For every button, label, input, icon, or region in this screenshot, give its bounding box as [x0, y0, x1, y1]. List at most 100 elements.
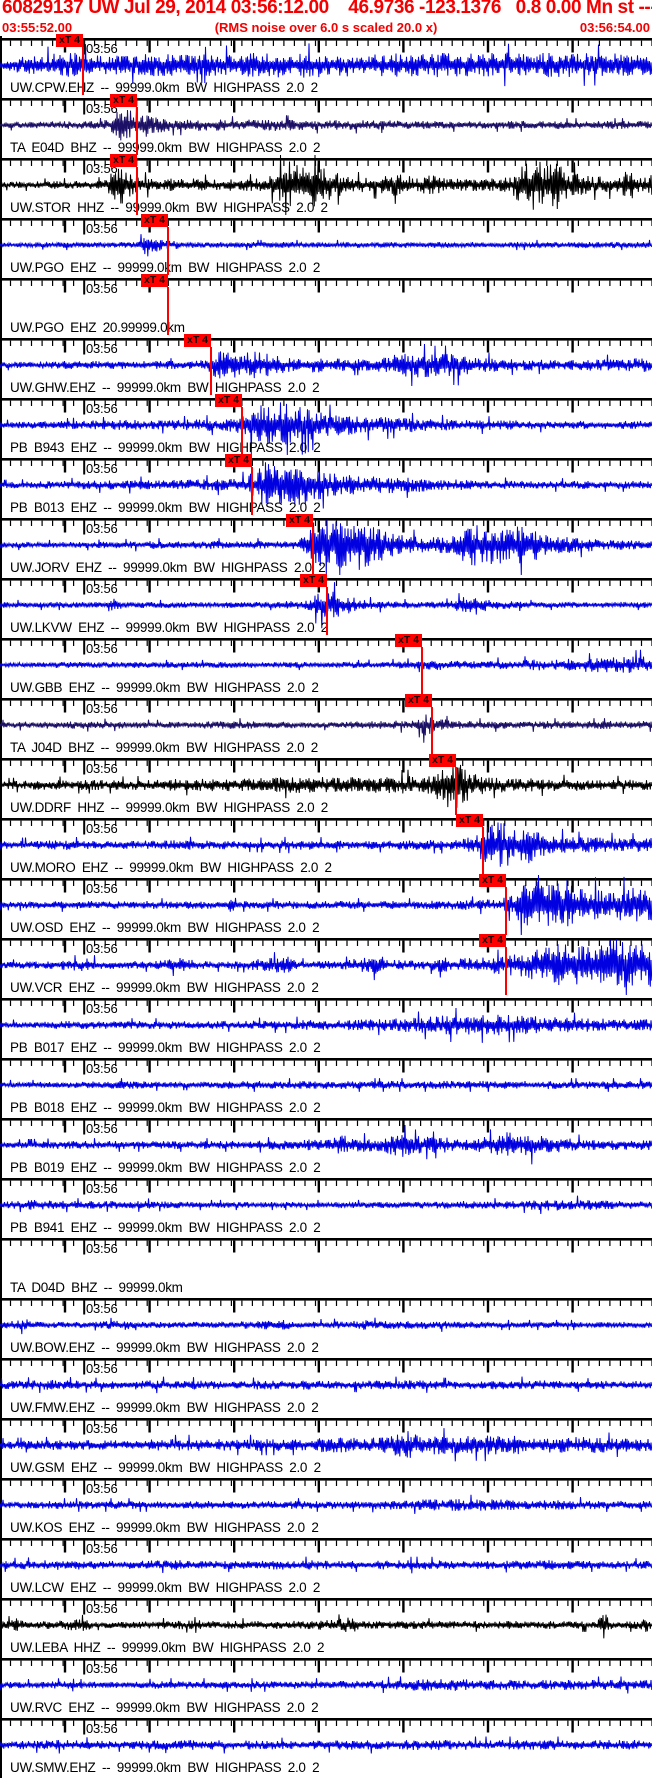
station-label: UW.DDRF HHZ -- 99999.0km BW HIGHPASS 2.0… [10, 800, 328, 815]
station-label: UW.PGO EHZ -- 99999.0km BW HIGHPASS 2.0 … [10, 260, 321, 275]
trace-row-UW.PGO.EHZ.20: 03:56 xT 4 UW.PGO EHZ 20.99999.0km [0, 274, 652, 336]
pick-flag[interactable]: xT 4 [479, 934, 506, 947]
trace-row-UW.PGO.EHZ: 03:56 xT 4 UW.PGO EHZ -- 99999.0km BW HIGH… [0, 214, 652, 276]
trace-row-UW.RVC.EHZ: 03:56 UW.RVC EHZ -- 99999.0km BW HIGHPASS… [0, 1656, 652, 1716]
minute-label: 03:56 [86, 1301, 118, 1316]
trace-row-UW.LEBA.HHZ: 03:56 UW.LEBA HHZ -- 99999.0km BW HIGHPAS… [0, 1596, 652, 1656]
minute-label: 03:56 [86, 1241, 118, 1256]
pick-flag[interactable]: xT 4 [110, 94, 137, 107]
trace-row-UW.LCW.EHZ: 03:56 UW.LCW EHZ -- 99999.0km BW HIGHPASS… [0, 1536, 652, 1596]
trace-row-PB.B019.EHZ: 03:56 PB B019 EHZ -- 99999.0km BW HIGHPAS… [0, 1116, 652, 1176]
station-label: UW.GBB EHZ -- 99999.0km BW HIGHPASS 2.0 … [10, 680, 319, 695]
trace-row-UW.FMW.EHZ: 03:56 UW.FMW.EHZ -- 99999.0km BW HIGHPASS… [0, 1356, 652, 1416]
station-label: PB B019 EHZ -- 99999.0km BW HIGHPASS 2.0… [10, 1160, 321, 1175]
pick-flag[interactable]: xT 4 [395, 634, 422, 647]
pick-time-line [505, 947, 507, 995]
station-label: PB B018 EHZ -- 99999.0km BW HIGHPASS 2.0… [10, 1100, 321, 1115]
station-label: UW.LEBA HHZ -- 99999.0km BW HIGHPASS 2.0… [10, 1640, 325, 1655]
trace-row-PB.B943.EHZ: 03:56 xT 4 PB B943 EHZ -- 99999.0km BW HIG… [0, 394, 652, 456]
minute-label: 03:56 [86, 1601, 118, 1616]
pick-flag[interactable]: xT 4 [479, 874, 506, 887]
seismic-waveform-viewer: 60829137 UW Jul 29, 2014 03:56:12.00 46.… [0, 0, 652, 1778]
station-label: UW.KOS EHZ -- 99999.0km BW HIGHPASS 2.0 … [10, 1520, 319, 1535]
pick-time-line [167, 227, 169, 275]
trace-row-UW.LKVW.EHZ: 03:56 xT 4 UW.LKVW EHZ -- 99999.0km BW HIG… [0, 574, 652, 636]
pick-flag[interactable]: xT 4 [184, 334, 211, 347]
trace-row-TA.E04D.BHZ: 03:56 xT 4 TA E04D BHZ -- 99999.0km BW HIG… [0, 94, 652, 156]
minute-label: 03:56 [86, 341, 118, 356]
scaling-note: (RMS noise over 6.0 s scaled 20.0 x) [214, 20, 438, 35]
minute-label: 03:56 [86, 821, 118, 836]
window-start-time: 03:55:52.00 [2, 20, 73, 35]
trace-row-UW.BOW.EHZ: 03:56 UW.BOW.EHZ -- 99999.0km BW HIGHPASS… [0, 1296, 652, 1356]
station-label: UW.GSM EHZ -- 99999.0km BW HIGHPASS 2.0 … [10, 1460, 321, 1475]
minute-label: 03:56 [86, 1721, 118, 1736]
trace-row-UW.OSD.EHZ: 03:56 xT 4 UW.OSD EHZ -- 99999.0km BW HIGH… [0, 874, 652, 936]
trace-row-UW.VCR.EHZ: 03:56 xT 4 UW.VCR EHZ -- 99999.0km BW HIGH… [0, 934, 652, 996]
pick-time-line [455, 767, 457, 815]
pick-time-line [82, 47, 84, 95]
minute-label: 03:56 [86, 401, 118, 416]
station-label: UW.CPW.EHZ -- 99999.0km BW HIGHPASS 2.0 … [10, 80, 318, 95]
pick-flag[interactable]: xT 4 [405, 694, 432, 707]
trace-row-UW.MORO.EHZ: 03:56 xT 4 UW.MORO EHZ -- 99999.0km BW HIG… [0, 814, 652, 876]
minute-label: 03:56 [86, 521, 118, 536]
pick-time-line [136, 167, 138, 215]
trace-row-UW.KOS.EHZ: 03:56 UW.KOS EHZ -- 99999.0km BW HIGHPASS… [0, 1476, 652, 1536]
station-label: TA E04D BHZ -- 99999.0km BW HIGHPASS 2.0… [10, 140, 321, 155]
pick-time-line [136, 107, 138, 155]
trace-row-UW.GHW.EHZ: 03:56 xT 4 UW.GHW.EHZ -- 99999.0km BW HIGH… [0, 334, 652, 396]
station-label: UW.JORV EHZ -- 99999.0km BW HIGHPASS 2.0… [10, 560, 326, 575]
pick-time-line [210, 347, 212, 395]
trace-row-UW.CPW.EHZ: 03:56 xT 4 UW.CPW.EHZ -- 99999.0km BW HIGH… [0, 34, 652, 96]
pick-flag[interactable]: xT 4 [141, 274, 168, 287]
pick-time-line [421, 647, 423, 695]
station-label: UW.SMW.EHZ -- 99999.0km BW HIGHPASS 2.0 … [10, 1760, 320, 1775]
station-label: UW.MORO EHZ -- 99999.0km BW HIGHPASS 2.0… [10, 860, 332, 875]
minute-label: 03:56 [86, 1421, 118, 1436]
event-header: 60829137 UW Jul 29, 2014 03:56:12.00 46.… [2, 0, 652, 19]
pick-time-line [326, 587, 328, 635]
minute-label: 03:56 [86, 1121, 118, 1136]
pick-time-line [312, 527, 314, 575]
pick-flag[interactable]: xT 4 [225, 454, 252, 467]
minute-label: 03:56 [86, 221, 118, 236]
pick-flag[interactable]: xT 4 [286, 514, 313, 527]
pick-flag[interactable]: xT 4 [456, 814, 483, 827]
trace-row-PB.B018.EHZ: 03:56 PB B018 EHZ -- 99999.0km BW HIGHPAS… [0, 1056, 652, 1116]
pick-flag[interactable]: xT 4 [300, 574, 327, 587]
trace-row-UW.DDRF.HHZ: 03:56 xT 4 UW.DDRF HHZ -- 99999.0km BW HIG… [0, 754, 652, 816]
station-label: UW.LCW EHZ -- 99999.0km BW HIGHPASS 2.0 … [10, 1580, 321, 1595]
station-label: UW.BOW.EHZ -- 99999.0km BW HIGHPASS 2.0 … [10, 1340, 319, 1355]
station-label: UW.STOR HHZ -- 99999.0km BW HIGHPASS 2.0… [10, 200, 328, 215]
station-label: UW.RVC EHZ -- 99999.0km BW HIGHPASS 2.0 … [10, 1700, 319, 1715]
pick-time-line [482, 827, 484, 875]
pick-time-line [505, 887, 507, 935]
minute-label: 03:56 [86, 1181, 118, 1196]
station-label: TA D04D BHZ -- 99999.0km [10, 1280, 183, 1295]
window-end-time: 03:56:54.00 [579, 20, 650, 35]
event-summary-text: 60829137 UW Jul 29, 2014 03:56:12.00 46.… [2, 0, 652, 18]
station-label: UW.GHW.EHZ -- 99999.0km BW HIGHPASS 2.0 … [10, 380, 320, 395]
minute-label: 03:56 [86, 761, 118, 776]
pick-flag[interactable]: xT 4 [141, 214, 168, 227]
minute-label: 03:56 [86, 1001, 118, 1016]
pick-time-line [431, 707, 433, 755]
pick-flag[interactable]: xT 4 [56, 34, 83, 47]
minute-label: 03:56 [86, 1481, 118, 1496]
time-window-header: 03:55:52.00 (RMS noise over 6.0 s scaled… [2, 20, 650, 35]
station-label: PB B017 EHZ -- 99999.0km BW HIGHPASS 2.0… [10, 1040, 321, 1055]
station-label: TA J04D BHZ -- 99999.0km BW HIGHPASS 2.0… [10, 740, 318, 755]
trace-row-PB.B941.EHZ: 03:56 PB B941 EHZ -- 99999.0km BW HIGHPAS… [0, 1176, 652, 1236]
trace-row-TA.J04D.BHZ: 03:56 xT 4 TA J04D BHZ -- 99999.0km BW HIG… [0, 694, 652, 756]
trace-row-UW.GSM.EHZ: 03:56 UW.GSM EHZ -- 99999.0km BW HIGHPASS… [0, 1416, 652, 1476]
pick-time-line [241, 407, 243, 455]
minute-label: 03:56 [86, 41, 118, 56]
pick-flag[interactable]: xT 4 [215, 394, 242, 407]
minute-label: 03:56 [86, 1541, 118, 1556]
station-label: UW.OSD EHZ -- 99999.0km BW HIGHPASS 2.0 … [10, 920, 320, 935]
station-label: PB B941 EHZ -- 99999.0km BW HIGHPASS 2.0… [10, 1220, 321, 1235]
pick-flag[interactable]: xT 4 [110, 154, 137, 167]
pick-flag[interactable]: xT 4 [429, 754, 456, 767]
station-label: UW.VCR EHZ -- 99999.0km BW HIGHPASS 2.0 … [10, 980, 319, 995]
